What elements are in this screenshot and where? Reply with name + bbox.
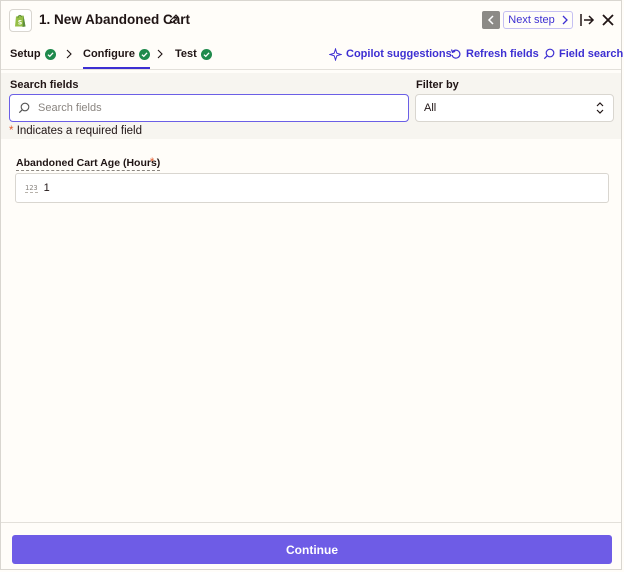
check-circle-icon	[44, 48, 56, 60]
filter-by-label: Filter by	[416, 79, 459, 91]
tab-configure-label: Configure	[83, 48, 135, 60]
required-note-text: Indicates a required field	[16, 125, 142, 137]
zap-step-panel: S 1. New Abandoned Cart Next step Setup …	[0, 0, 623, 570]
chevron-right-icon	[66, 49, 72, 59]
chevron-right-icon	[562, 15, 568, 25]
chevron-right-icon	[157, 49, 163, 59]
required-field-note: * Indicates a required field	[9, 125, 142, 137]
refresh-fields-button[interactable]: Refresh fields	[450, 47, 539, 61]
tab-test-label: Test	[175, 48, 197, 60]
check-circle-icon	[200, 48, 212, 60]
tab-configure[interactable]: Configure	[83, 39, 150, 69]
search-fields-input[interactable]	[36, 101, 400, 115]
filter-by-select[interactable]: All	[415, 94, 614, 122]
panel-header: S 1. New Abandoned Cart Next step	[1, 1, 621, 39]
tab-test[interactable]: Test	[175, 39, 212, 69]
copilot-suggestions-label: Copilot suggestions	[346, 48, 452, 60]
next-step-label: Next step	[508, 14, 555, 26]
search-icon	[543, 48, 555, 60]
close-icon[interactable]	[601, 13, 615, 27]
continue-button[interactable]: Continue	[12, 535, 612, 564]
copilot-suggestions-button[interactable]: Copilot suggestions	[329, 47, 452, 61]
collapse-panel-icon[interactable]	[579, 12, 595, 28]
previous-step-button[interactable]	[482, 11, 500, 29]
tab-setup[interactable]: Setup	[10, 39, 56, 69]
abandoned-cart-age-value[interactable]: 1	[44, 182, 50, 194]
field-search-label: Field search	[559, 48, 624, 60]
step-tabs: Setup Configure Test Copilot suggestions…	[1, 39, 623, 70]
search-fields-label: Search fields	[10, 79, 79, 91]
chevron-up-down-icon	[596, 102, 604, 114]
sparkle-icon	[329, 47, 342, 61]
refresh-icon	[450, 49, 461, 59]
filter-by-value: All	[424, 102, 437, 114]
abandoned-cart-age-input[interactable]: 123 1	[15, 173, 609, 203]
pencil-icon[interactable]	[168, 13, 180, 25]
required-asterisk: *	[150, 156, 155, 168]
search-icon	[18, 102, 30, 114]
field-search-button[interactable]: Field search	[543, 47, 623, 61]
required-asterisk: *	[9, 125, 14, 137]
shopify-app-icon: S	[9, 9, 32, 32]
number-type-icon: 123	[25, 183, 38, 193]
search-fields-box[interactable]	[9, 94, 409, 122]
chevron-left-icon	[487, 15, 494, 25]
check-circle-icon	[138, 48, 150, 60]
abandoned-cart-age-label: Abandoned Cart Age (Hours)	[16, 157, 161, 171]
refresh-fields-label: Refresh fields	[466, 48, 539, 60]
tab-setup-label: Setup	[10, 48, 41, 60]
next-step-button[interactable]: Next step	[503, 11, 573, 29]
footer-divider	[1, 522, 621, 523]
svg-text:S: S	[18, 20, 22, 27]
